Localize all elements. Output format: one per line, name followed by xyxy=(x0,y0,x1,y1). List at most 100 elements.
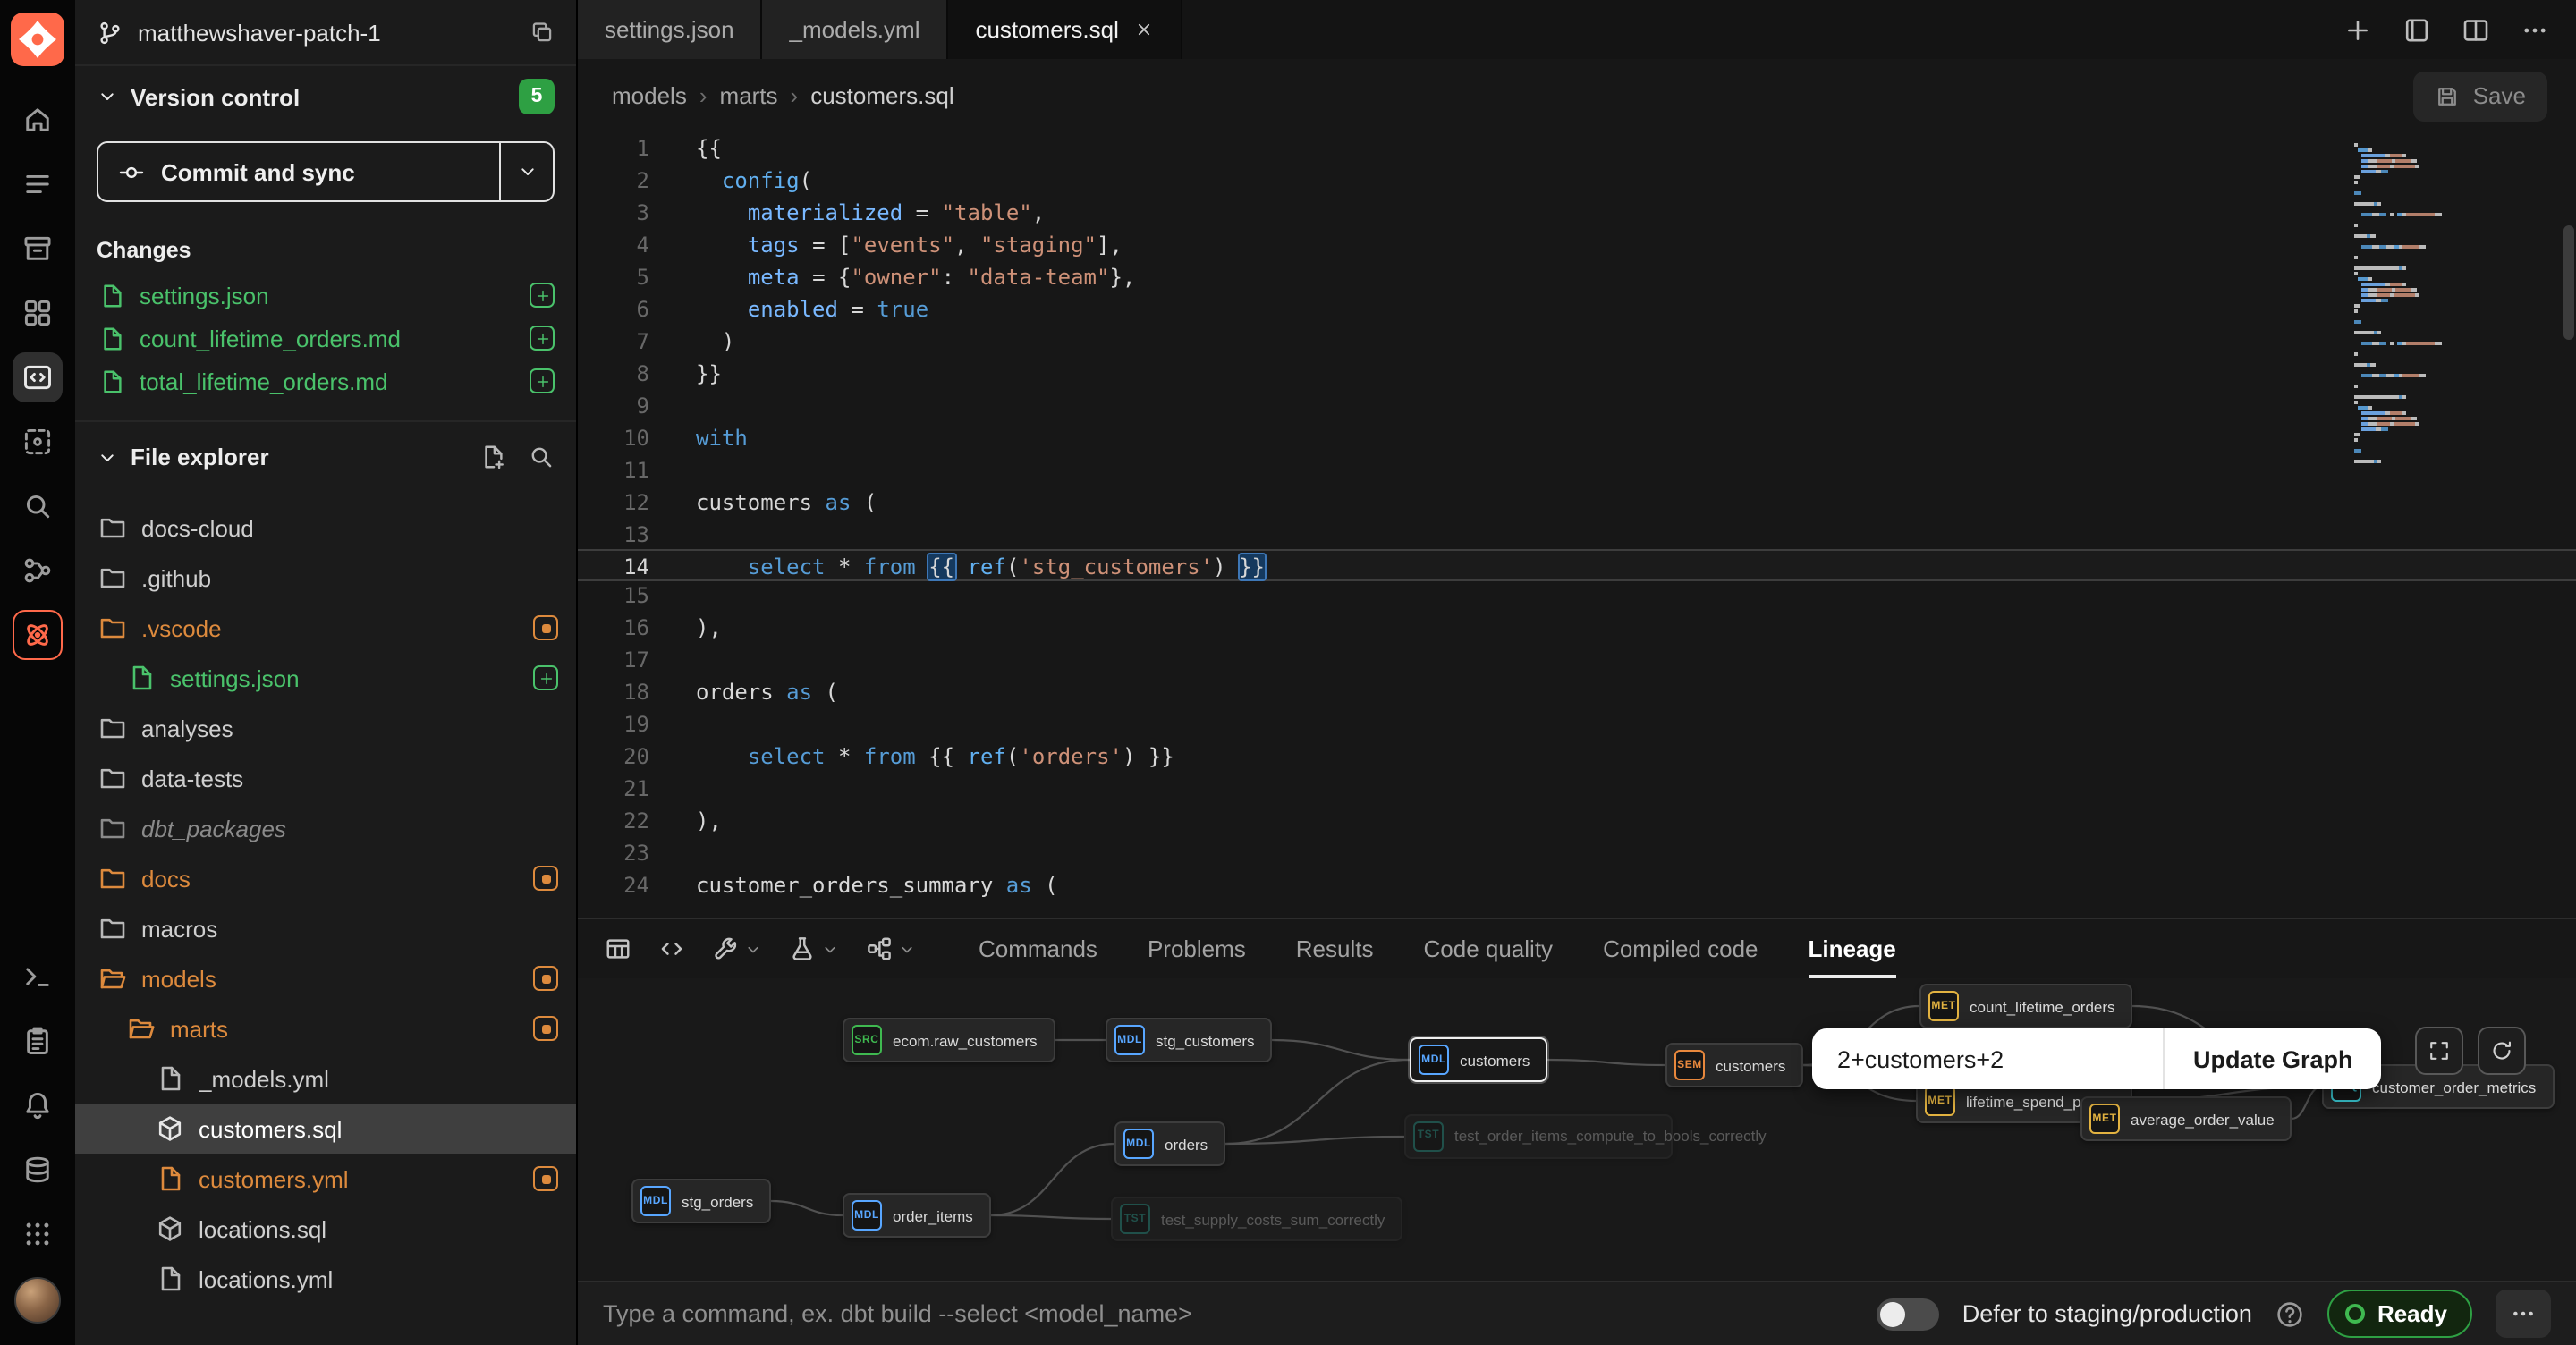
code-line-10[interactable]: 10with xyxy=(578,422,2576,454)
file-tree-item-customers.sql[interactable]: customers.sql xyxy=(75,1104,576,1154)
lineage-node-raw_customers[interactable]: SRCecom.raw_customers xyxy=(843,1018,1055,1062)
breadcrumb-item[interactable]: models xyxy=(612,82,687,109)
code-line-2[interactable]: 2 config( xyxy=(578,165,2576,197)
code-line-8[interactable]: 8}} xyxy=(578,358,2576,390)
commit-and-sync-button[interactable]: Commit and sync xyxy=(97,141,555,202)
code-line-17[interactable]: 17 xyxy=(578,644,2576,676)
code-line-5[interactable]: 5 meta = {"owner": "data-team"}, xyxy=(578,261,2576,293)
code-line-13[interactable]: 13 xyxy=(578,519,2576,551)
audit-nav-button[interactable] xyxy=(13,1016,63,1066)
lineage-node-test_order_items[interactable]: TSTtest_order_items_compute_to_bools_cor… xyxy=(1404,1114,1673,1159)
new-file-icon[interactable] xyxy=(479,444,506,470)
code-line-9[interactable]: 9 xyxy=(578,390,2576,422)
file-tree-item-locations.sql[interactable]: locations.sql xyxy=(75,1204,576,1254)
lineage-node-customers_mdl[interactable]: MDLcustomers xyxy=(1410,1037,1547,1082)
code-line-1[interactable]: 1{{ xyxy=(578,132,2576,165)
scrollbar-thumb[interactable] xyxy=(2563,225,2574,340)
code-line-14[interactable]: 14 select * from {{ ref('stg_customers')… xyxy=(578,549,2576,581)
canvas-nav-button[interactable] xyxy=(13,417,63,467)
file-tree-item-analyses[interactable]: analyses xyxy=(75,703,576,753)
file-tree-item-customers.yml[interactable]: customers.yml xyxy=(75,1154,576,1204)
code-line-4[interactable]: 4 tags = ["events", "staging"], xyxy=(578,229,2576,261)
more-options-button[interactable] xyxy=(2496,1290,2551,1338)
version-control-header[interactable]: Version control 5 xyxy=(75,66,576,127)
terminal-nav-button[interactable] xyxy=(13,952,63,1002)
build-button[interactable] xyxy=(707,935,767,962)
code-line-12[interactable]: 12customers as ( xyxy=(578,486,2576,519)
ready-status-button[interactable]: Ready xyxy=(2327,1290,2472,1338)
tab-_models.yml[interactable]: _models.yml xyxy=(763,0,949,59)
tab-settings.json[interactable]: settings.json xyxy=(578,0,763,59)
panel-tab-results[interactable]: Results xyxy=(1296,919,1374,978)
file-tree-item-dbt_packages[interactable]: dbt_packages xyxy=(75,803,576,853)
new-tab-button[interactable] xyxy=(2343,15,2372,44)
code-line-19[interactable]: 19 xyxy=(578,708,2576,740)
apps-grid-nav-button[interactable] xyxy=(13,288,63,338)
breadcrumb-item[interactable]: customers.sql xyxy=(810,82,953,109)
save-button[interactable]: Save xyxy=(2414,71,2547,121)
lineage-node-count_lifetime_orders[interactable]: METcount_lifetime_orders xyxy=(1919,984,2133,1028)
code-line-16[interactable]: 16), xyxy=(578,612,2576,644)
lineage-node-order_items[interactable]: MDLorder_items xyxy=(843,1193,991,1238)
notifications-nav-button[interactable] xyxy=(13,1080,63,1130)
changed-file-settings.json[interactable]: settings.json xyxy=(75,274,576,317)
data-nav-button[interactable] xyxy=(13,1145,63,1195)
command-input[interactable]: Type a command, ex. dbt build --select <… xyxy=(603,1300,1853,1327)
file-tree-item-docs[interactable]: docs xyxy=(75,853,576,903)
code-line-23[interactable]: 23 xyxy=(578,837,2576,869)
keypad-nav-button[interactable] xyxy=(13,1209,63,1259)
dbt-assistant-nav-button[interactable] xyxy=(13,610,63,660)
code-line-21[interactable]: 21 xyxy=(578,773,2576,805)
file-tree-item-_models.yml[interactable]: _models.yml xyxy=(75,1053,576,1104)
code-line-6[interactable]: 6 enabled = true xyxy=(578,293,2576,326)
file-explorer-header[interactable]: File explorer xyxy=(75,420,576,492)
dbt-logo[interactable] xyxy=(11,13,64,66)
lineage-node-stg_customers[interactable]: MDLstg_customers xyxy=(1106,1018,1273,1062)
file-tree-item-.vscode[interactable]: .vscode xyxy=(75,603,576,653)
lineage-node-orders[interactable]: MDLorders xyxy=(1114,1121,1225,1166)
explore-nav-button[interactable] xyxy=(13,481,63,531)
compile-button[interactable] xyxy=(653,935,691,962)
logs-nav-button[interactable] xyxy=(13,159,63,209)
file-tree-item-data-tests[interactable]: data-tests xyxy=(75,753,576,803)
file-tree-item-models[interactable]: models xyxy=(75,953,576,1003)
code-line-11[interactable]: 11 xyxy=(578,454,2576,486)
code-line-22[interactable]: 22), xyxy=(578,805,2576,837)
home-nav-button[interactable] xyxy=(13,95,63,145)
split-editor-button[interactable] xyxy=(2462,15,2490,44)
code-line-18[interactable]: 18orders as ( xyxy=(578,676,2576,708)
lineage-refresh-button[interactable] xyxy=(2478,1027,2526,1075)
toggle-outline-button[interactable] xyxy=(2402,15,2431,44)
minimap[interactable] xyxy=(2354,143,2551,465)
commit-options-button[interactable] xyxy=(499,143,553,200)
defer-toggle[interactable] xyxy=(1877,1298,1939,1330)
changed-file-total_lifetime_orders.md[interactable]: total_lifetime_orders.md xyxy=(75,360,576,402)
panel-tab-code-quality[interactable]: Code quality xyxy=(1424,919,1554,978)
panel-tab-compiled-code[interactable]: Compiled code xyxy=(1603,919,1758,978)
preview-button[interactable] xyxy=(599,935,637,962)
file-search-icon[interactable] xyxy=(528,444,555,470)
panel-tab-problems[interactable]: Problems xyxy=(1148,919,1246,978)
develop-nav-button[interactable] xyxy=(13,352,63,402)
lineage-selector-input[interactable]: 2+customers+2 xyxy=(1812,1028,2163,1089)
lineage-canvas[interactable]: 2+customers+2 Update Graph SRCecom.raw_c… xyxy=(578,978,2576,1281)
code-line-24[interactable]: 24customer_orders_summary as ( xyxy=(578,869,2576,901)
commit-and-sync-main[interactable]: Commit and sync xyxy=(98,143,499,200)
lineage-options-button[interactable] xyxy=(860,935,921,962)
code-line-15[interactable]: 15 xyxy=(578,579,2576,612)
lineage-node-test_supply[interactable]: TSTtest_supply_costs_sum_correctly xyxy=(1111,1197,1402,1241)
file-tree-item-locations.yml[interactable]: locations.yml xyxy=(75,1254,576,1304)
environments-nav-button[interactable] xyxy=(13,224,63,274)
code-line-3[interactable]: 3 materialized = "table", xyxy=(578,197,2576,229)
lineage-node-customers_sem[interactable]: SEMcustomers xyxy=(1665,1043,1803,1087)
lineage-node-average_order_value[interactable]: METaverage_order_value xyxy=(2080,1096,2292,1141)
file-tree-item-macros[interactable]: macros xyxy=(75,903,576,953)
editor-more-button[interactable] xyxy=(2521,15,2549,44)
branch-name[interactable]: matthewshaver-patch-1 xyxy=(138,19,515,46)
code-line-7[interactable]: 7 ) xyxy=(578,326,2576,358)
update-graph-button[interactable]: Update Graph xyxy=(2163,1028,2382,1089)
file-tree-item-settings.json[interactable]: settings.json xyxy=(75,653,576,703)
dag-nav-button[interactable] xyxy=(13,546,63,596)
code-area[interactable]: 1{{2 config(3 materialized = "table",4 t… xyxy=(578,132,2576,918)
copy-branch-icon[interactable] xyxy=(530,20,555,45)
